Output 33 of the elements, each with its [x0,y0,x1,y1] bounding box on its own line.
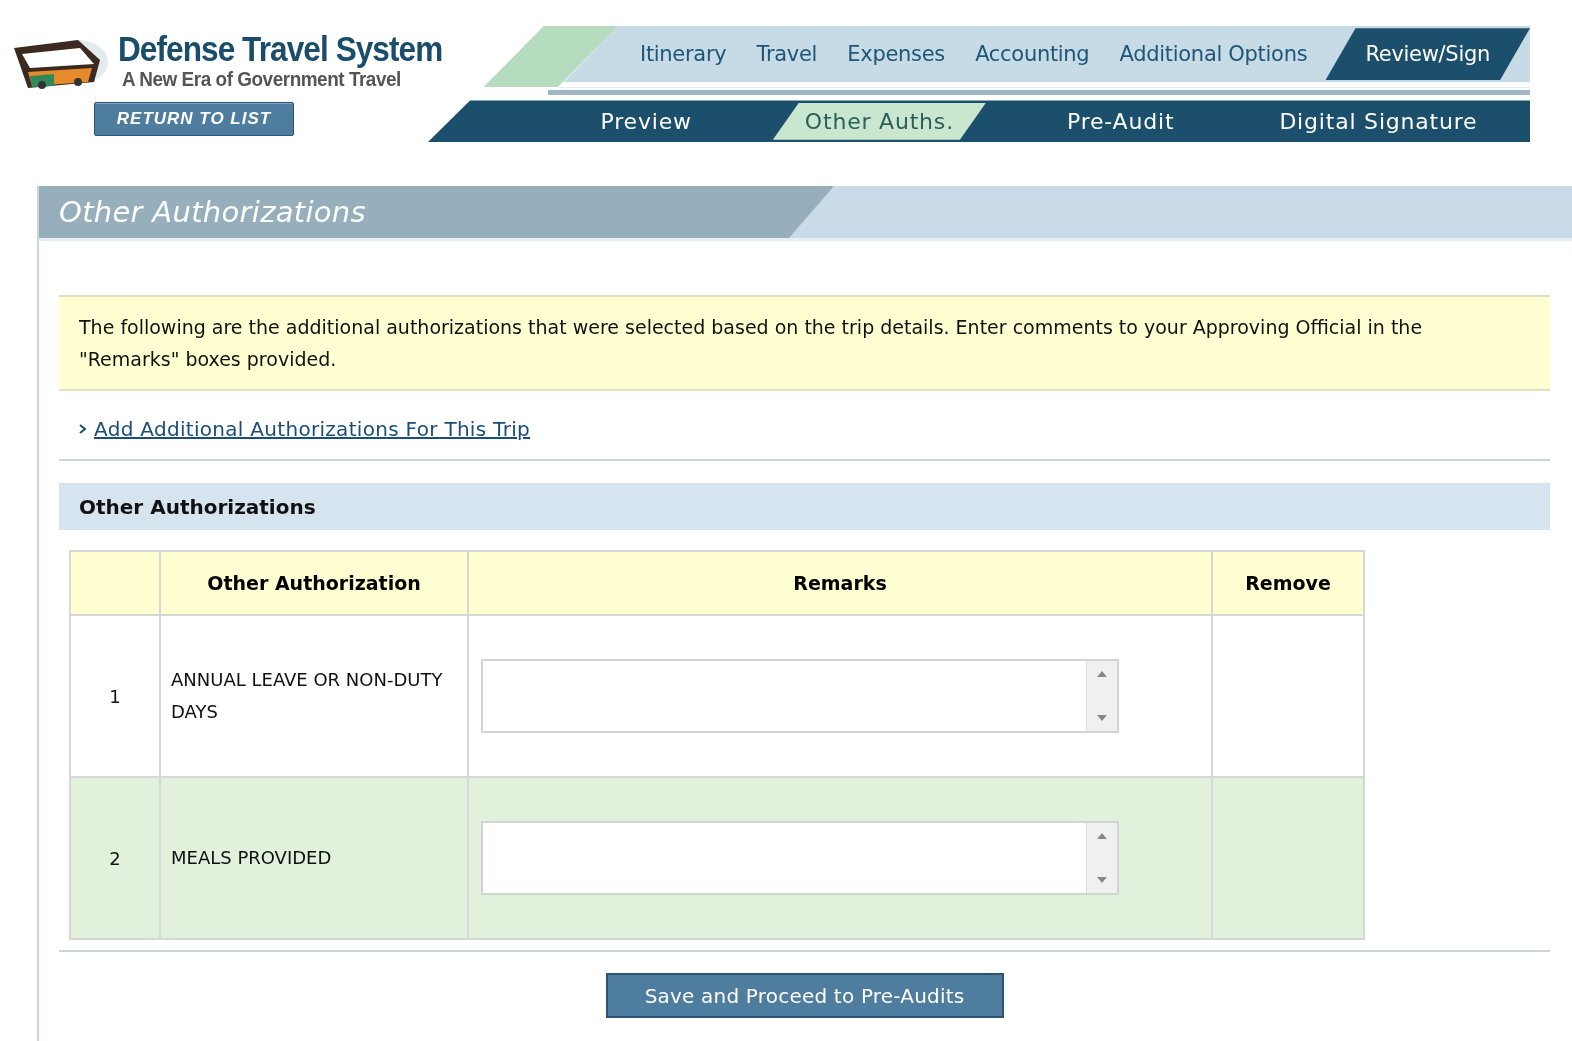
scroll-down-icon[interactable] [1097,715,1107,721]
app-title: Defense Travel System [118,31,443,67]
main-tab[interactable]: Review/Sign [1325,28,1530,81]
scrollbar[interactable] [1086,661,1117,731]
remarks-field[interactable] [481,659,1119,733]
authorization-cell: MEALS PROVIDED [160,777,468,939]
column-header: Remove [1212,551,1364,615]
column-header: Remarks [468,551,1212,615]
sub-tab[interactable]: Pre-Audit [1043,102,1199,140]
sub-tab[interactable]: Digital Signature [1255,102,1502,140]
row-number: 1 [70,615,160,777]
add-authorizations-link[interactable]: Add Additional Authorizations For This Trip [94,417,531,441]
chevron-icon [79,424,86,434]
scroll-up-icon[interactable] [1097,833,1107,839]
row-number: 2 [70,777,160,939]
return-to-list-button[interactable]: RETURN TO LIST [94,102,294,136]
main-tab[interactable]: Expenses [835,28,957,81]
section-heading: Other Authorizations [79,494,316,519]
remarks-field[interactable] [481,821,1119,895]
sub-tab[interactable]: Other Auths. [772,102,986,140]
main-tab[interactable]: Accounting [963,28,1102,81]
save-proceed-button[interactable]: Save and Proceed to Pre-Audits [605,973,1004,1018]
main-tab[interactable]: Itinerary [628,28,739,81]
app-subtitle: A New Era of Government Travel [122,67,401,91]
page-title: Other Authorizations [39,186,834,238]
scroll-up-icon[interactable] [1097,671,1107,677]
scrollbar[interactable] [1086,823,1117,893]
scroll-down-icon[interactable] [1097,877,1107,883]
instructions-notice: The following are the additional authorizations that were selected based on the trip details. Enter comments to your Approving Official in the "Remarks" boxes provided. [59,295,1550,391]
main-tab[interactable]: Travel [744,28,830,81]
main-tab[interactable]: Additional Options [1107,28,1320,81]
column-header: Other Authorization [160,551,468,615]
sub-tab[interactable]: Preview [576,102,716,140]
